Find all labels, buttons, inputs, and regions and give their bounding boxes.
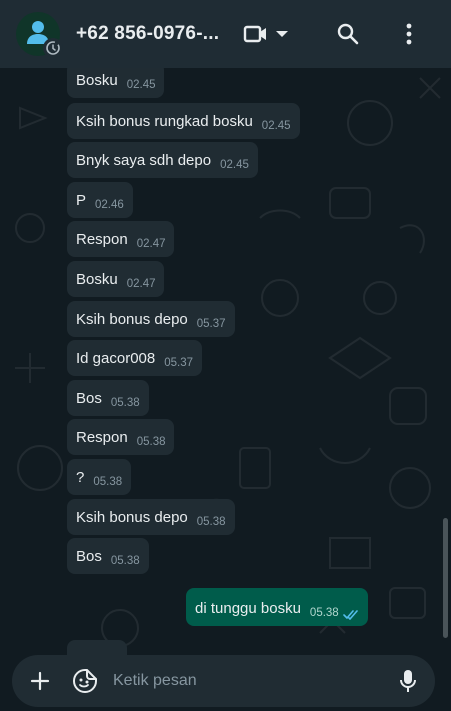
dropdown-arrow-icon[interactable] (275, 20, 289, 48)
message-time: 02.46 (95, 199, 124, 211)
message-incoming[interactable]: Bos 05.38 (67, 538, 149, 574)
message-time: 05.38 (309, 607, 339, 619)
message-text: Ksih bonus depo (76, 311, 188, 328)
message-input[interactable]: Ketik pesan (12, 655, 435, 707)
message-text: di tunggu bosku (195, 600, 301, 617)
message-time: 02.45 (261, 120, 291, 132)
message-time: 05.37 (196, 318, 226, 330)
video-call-icon[interactable] (243, 20, 269, 48)
contact-name[interactable]: +62 856-0976-... (76, 23, 219, 45)
message-incoming[interactable]: Bosku 02.47 (67, 261, 165, 297)
message-incoming[interactable]: Ksih bonus depo 05.38 (67, 499, 235, 535)
message-text: ? (76, 469, 85, 486)
message-incoming[interactable]: Ksih bonus rungkad bosku 02.45 (67, 103, 300, 139)
message-text: Bosku (76, 72, 118, 89)
microphone-icon[interactable] (398, 668, 418, 699)
message-incoming[interactable]: Bnyk saya sdh depo 02.45 (67, 142, 258, 178)
message-time: 05.38 (136, 436, 166, 448)
message-text: Ksih bonus rungkad bosku (76, 113, 253, 130)
message-time: 02.45 (220, 159, 249, 171)
message-input-placeholder: Ketik pesan (113, 672, 197, 689)
message-time: 05.37 (164, 357, 194, 369)
message-text: Bnyk saya sdh depo (76, 152, 212, 169)
chat-header: +62 856-0976-... (0, 0, 451, 68)
message-text: Bos (76, 548, 102, 565)
message-incoming[interactable]: Respon 02.47 (67, 221, 175, 257)
message-incoming[interactable]: P 02.46 (67, 182, 133, 218)
message-time: 02.45 (126, 79, 156, 91)
message-time: 05.38 (196, 516, 226, 528)
message-incoming[interactable]: Ksih bonus depo 05.37 (67, 301, 235, 337)
message-text: Respon (76, 429, 128, 446)
message-text: P (76, 192, 87, 209)
messages-container: Bosku 02.45 Ksih bonus rungkad bosku 02.… (0, 68, 451, 655)
message-list[interactable]: Bosku 02.45 Ksih bonus rungkad bosku 02.… (0, 68, 451, 655)
sticker-icon[interactable] (72, 668, 98, 699)
message-time: 02.47 (126, 278, 156, 290)
plus-icon[interactable] (29, 670, 51, 697)
message-incoming[interactable]: Bos 05.38 (67, 380, 149, 416)
scrollbar-thumb[interactable] (443, 518, 448, 638)
status-clock-icon (43, 38, 63, 58)
message-time: 05.38 (93, 476, 123, 488)
message-text: Bos (76, 390, 102, 407)
message-outgoing[interactable]: di tunggu bosku 05.38 (186, 588, 368, 626)
message-time: 05.38 (110, 397, 140, 409)
message-incoming[interactable]: ? 05.38 (67, 459, 132, 495)
message-incoming[interactable]: Respon 05.38 (67, 419, 175, 455)
message-text: Respon (76, 231, 128, 248)
message-time: 02.47 (136, 238, 166, 250)
more-options-icon[interactable] (404, 20, 414, 48)
message-text: Id gacor008 (76, 350, 156, 367)
search-icon[interactable] (336, 20, 360, 48)
message-text: Ksih bonus depo (76, 509, 188, 526)
message-composer: Ketik pesan (0, 655, 451, 711)
read-receipt-icon (342, 609, 359, 620)
message-time: 05.38 (110, 555, 140, 567)
message-incoming[interactable]: Bosku 02.45 (67, 68, 165, 98)
contact-avatar[interactable] (16, 12, 63, 58)
message-incoming-partial[interactable] (67, 640, 127, 655)
message-incoming[interactable]: Id gacor008 05.37 (67, 340, 203, 376)
message-text: Bosku (76, 271, 118, 288)
